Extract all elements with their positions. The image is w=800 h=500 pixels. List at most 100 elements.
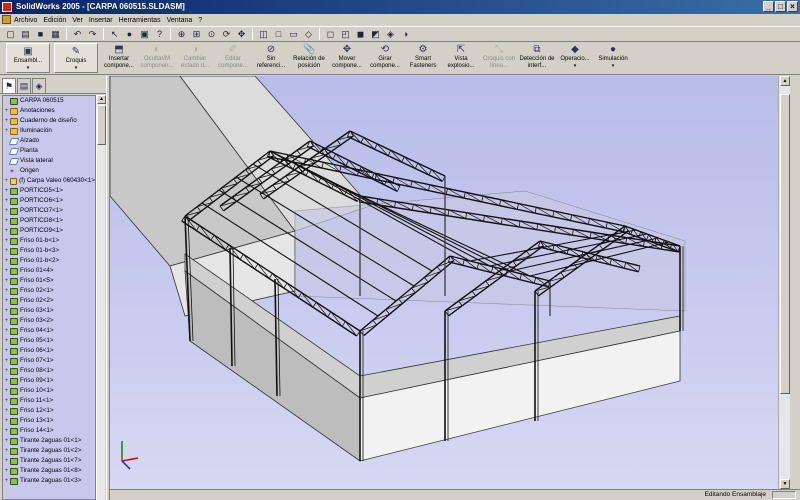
hidden-lines-icon[interactable]: ◰	[339, 28, 352, 40]
expand-toggle-icon[interactable]: +	[3, 466, 10, 476]
tree-item[interactable]: + Anotaciones	[3, 106, 95, 116]
shaded-icon[interactable]: ◼	[354, 28, 367, 40]
menu-archivo[interactable]: Archivo	[14, 17, 37, 24]
expand-toggle-icon[interactable]: +	[3, 116, 10, 126]
tree-item[interactable]: + PORTICO5<1>	[3, 186, 95, 196]
menu-ventana[interactable]: Ventana	[167, 17, 193, 24]
zoom-fit-icon[interactable]: ⊕	[175, 28, 188, 40]
help-icon[interactable]: ?	[153, 28, 166, 40]
expand-toggle-icon[interactable]: +	[3, 106, 10, 116]
features-button[interactable]: ◆ Operacio... ▾	[556, 42, 594, 74]
expand-toggle-icon[interactable]: +	[3, 376, 10, 386]
expand-toggle-icon[interactable]: +	[3, 366, 10, 376]
tree-item[interactable]: + Friso 08<1>	[3, 366, 95, 376]
menu-ver[interactable]: Ver	[72, 17, 83, 24]
tree-item[interactable]: + PORTICO6<1>	[3, 196, 95, 206]
change-state-button[interactable]: ◑ Cambiar estado d...	[176, 42, 214, 74]
expand-toggle-icon[interactable]: +	[3, 126, 10, 136]
section-view-icon[interactable]: ◩	[369, 28, 382, 40]
tree-item[interactable]: + Friso 01<4>	[3, 266, 95, 276]
perspective-icon[interactable]: ◈	[384, 28, 397, 40]
expand-toggle-icon[interactable]: +	[3, 326, 10, 336]
tree-item[interactable]: + PORTICO7<1>	[3, 206, 95, 216]
tree-item[interactable]: + Friso 03<1>	[3, 306, 95, 316]
expand-toggle-icon[interactable]: +	[3, 176, 10, 186]
tree-item[interactable]: + Friso 13<1>	[3, 416, 95, 426]
expand-toggle-icon[interactable]: +	[3, 346, 10, 356]
save-icon[interactable]: ■	[34, 28, 47, 40]
tree-item[interactable]: + Friso 02<1>	[3, 286, 95, 296]
tree-item[interactable]: + PORTICO8<1>	[3, 216, 95, 226]
explode-line-sketch-button[interactable]: ⤡ Croquis con línea...	[480, 42, 518, 74]
hide-show-button[interactable]: ◐ Ocultar/M componen...	[138, 42, 176, 74]
tree-item[interactable]: + Friso 06<1>	[3, 346, 95, 356]
tree-item[interactable]: + (f) Carpa Valeo 060430<1>	[3, 176, 95, 186]
tree-item[interactable]: + Friso 01<5>	[3, 276, 95, 286]
expand-toggle-icon[interactable]: +	[3, 286, 10, 296]
expand-toggle-icon[interactable]: +	[3, 266, 10, 276]
redo-icon[interactable]: ↷	[86, 28, 99, 40]
wireframe-icon[interactable]: ◻	[324, 28, 337, 40]
tree-item[interactable]: + Tirante 2aguas 01<1>	[3, 436, 95, 446]
menu-insertar[interactable]: Insertar	[89, 17, 113, 24]
tree-item[interactable]: + Friso 03<2>	[3, 316, 95, 326]
expand-toggle-icon[interactable]: +	[3, 226, 10, 236]
interference-detection-button[interactable]: ⧉ Detección de interf...	[518, 42, 556, 74]
rotate-icon[interactable]: ⟳	[220, 28, 233, 40]
tree-item[interactable]: + Friso 02<2>	[3, 296, 95, 306]
expand-toggle-icon[interactable]: +	[3, 206, 10, 216]
expand-toggle-icon[interactable]: +	[3, 246, 10, 256]
expand-toggle-icon[interactable]: +	[3, 196, 10, 206]
tree-item[interactable]: + Tirante 2aguas 01<2>	[3, 446, 95, 456]
expand-toggle-icon[interactable]: +	[3, 316, 10, 326]
scroll-up-icon[interactable]: ▲	[97, 95, 106, 104]
expand-toggle-icon[interactable]: +	[3, 276, 10, 286]
tree-scrollbar[interactable]: ▲	[96, 95, 106, 500]
exploded-view-button[interactable]: ⇱ Vista explosio...	[442, 42, 480, 74]
zoom-area-icon[interactable]: ⊞	[190, 28, 203, 40]
feature-manager-icon[interactable]: ⚑	[2, 78, 16, 93]
scroll-down-icon[interactable]: ▼	[780, 479, 790, 489]
graphics-viewport[interactable]	[110, 76, 778, 489]
tree-item[interactable]: + Friso 10<1>	[3, 386, 95, 396]
top-view-icon[interactable]: ▭	[287, 28, 300, 40]
expand-toggle-icon[interactable]: +	[3, 456, 10, 466]
rebuild-icon[interactable]: ●	[123, 28, 136, 40]
tree-item[interactable]: + Friso 12<1>	[3, 406, 95, 416]
expand-toggle-icon[interactable]: +	[3, 186, 10, 196]
menu-herramientas[interactable]: Herramientas	[119, 17, 161, 24]
pan-icon[interactable]: ✥	[235, 28, 248, 40]
expand-toggle-icon[interactable]: +	[3, 256, 10, 266]
tree-item[interactable]: ⌖ Origen	[3, 166, 95, 176]
expand-toggle-icon[interactable]: +	[3, 336, 10, 346]
expand-toggle-icon[interactable]: +	[3, 356, 10, 366]
expand-toggle-icon[interactable]: +	[3, 216, 10, 226]
tree-item[interactable]: + Friso 05<1>	[3, 336, 95, 346]
tree-item[interactable]: + Friso 01-b<1>	[3, 236, 95, 246]
tree-item[interactable]: + Friso 01-b<2>	[3, 256, 95, 266]
tree-item[interactable]: + Friso 11<1>	[3, 396, 95, 406]
expand-toggle-icon[interactable]: +	[3, 406, 10, 416]
document-icon[interactable]	[2, 15, 11, 24]
tree-item[interactable]: CARPA 060515	[3, 96, 95, 106]
expand-toggle-icon[interactable]: +	[3, 396, 10, 406]
edit-component-button[interactable]: ✐ Editar compone...	[214, 42, 252, 74]
tree-item[interactable]: + Iluminación	[3, 126, 95, 136]
scroll-thumb[interactable]	[780, 94, 790, 394]
tree-item[interactable]: Alzado	[3, 136, 95, 146]
expand-toggle-icon[interactable]: +	[3, 236, 10, 246]
new-icon[interactable]: ▢	[4, 28, 17, 40]
open-icon[interactable]: ▤	[19, 28, 32, 40]
expand-toggle-icon[interactable]: +	[3, 446, 10, 456]
tree-item[interactable]: + PORTICO9<1>	[3, 226, 95, 236]
smart-fasteners-button[interactable]: ⚙ Smart Fasteners	[404, 42, 442, 74]
menu-help[interactable]: ?	[198, 17, 202, 24]
simulation-button[interactable]: ● Simulación ▾	[594, 42, 632, 74]
tree-item[interactable]: + Tirante 2aguas 01<3>	[3, 476, 95, 486]
expand-toggle-icon[interactable]: +	[3, 386, 10, 396]
zoom-icon[interactable]: ⊙	[205, 28, 218, 40]
print-icon[interactable]: ▦	[49, 28, 62, 40]
tree-item[interactable]: + Friso 09<1>	[3, 376, 95, 386]
expand-toggle-icon[interactable]: +	[3, 306, 10, 316]
sketch-tab-button[interactable]: ✎ Croquis ▾	[54, 43, 98, 73]
